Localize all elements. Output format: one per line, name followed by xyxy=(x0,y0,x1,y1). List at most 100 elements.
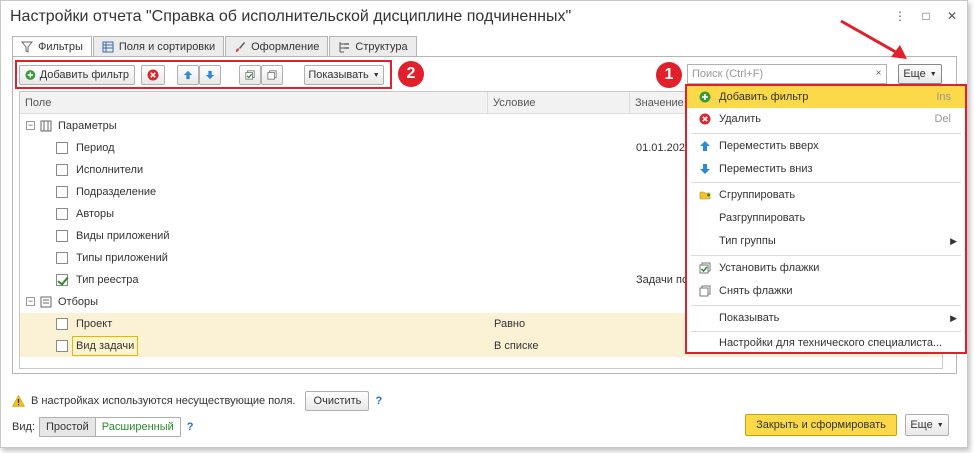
report-settings-window: Настройки отчета "Справка об исполнитель… xyxy=(0,0,968,448)
view-mode-row: Вид: Простой Расширенный ? xyxy=(12,417,194,437)
warning-text: В настройках используются несуществующие… xyxy=(31,395,296,407)
menu-item-label: Переместить вниз xyxy=(719,163,813,175)
menu-separator xyxy=(691,182,961,183)
settings-tabs: Фильтры Поля и сортировки Оформление Стр… xyxy=(12,36,418,57)
menu-item-shortcut: Ins xyxy=(936,91,951,103)
row-condition: В списке xyxy=(494,340,539,352)
menu-item-delete[interactable]: Удалить Del xyxy=(687,108,965,130)
menu-item-show[interactable]: Показывать ▶ xyxy=(687,307,965,329)
row-field: Исполнители xyxy=(76,164,144,176)
tab-structure[interactable]: Структура xyxy=(329,36,417,56)
tab-label: Структура xyxy=(355,40,408,53)
menu-item-label: Сгруппировать xyxy=(719,189,796,201)
parameters-icon xyxy=(40,120,52,132)
row-checkbox[interactable] xyxy=(56,186,68,198)
column-header-condition[interactable]: Условие xyxy=(488,92,630,114)
brush-icon xyxy=(236,41,246,52)
chevron-right-icon: ▶ xyxy=(950,313,957,323)
view-extended-button[interactable]: Расширенный xyxy=(95,417,181,437)
structure-icon xyxy=(339,41,350,52)
row-field: Тип реестра xyxy=(76,274,139,286)
menu-item-label: Добавить фильтр xyxy=(719,91,809,103)
search-input[interactable]: Поиск (Ctrl+F) xyxy=(687,64,887,84)
uncheck-all-icon xyxy=(699,285,711,297)
selections-icon xyxy=(40,296,52,308)
arrow-down-icon xyxy=(700,164,710,174)
close-and-build-button[interactable]: Закрыть и сформировать xyxy=(745,414,897,436)
row-checkbox[interactable] xyxy=(56,340,68,352)
menu-item-shortcut: Del xyxy=(934,113,951,125)
view-simple-button[interactable]: Простой xyxy=(38,417,96,437)
tab-appearance[interactable]: Оформление xyxy=(225,36,329,56)
row-checkbox[interactable] xyxy=(56,208,68,220)
menu-item-label: Разгруппировать xyxy=(719,212,806,224)
row-checkbox[interactable] xyxy=(56,164,68,176)
group-icon xyxy=(699,191,711,200)
menu-item-group[interactable]: Сгруппировать xyxy=(687,184,965,206)
delete-icon xyxy=(699,113,711,125)
row-checkbox[interactable] xyxy=(56,230,68,242)
row-field: Типы приложений xyxy=(76,252,168,264)
collapse-toggle-icon[interactable]: − xyxy=(26,297,35,306)
columns-icon xyxy=(102,41,114,52)
menu-item-label: Установить флажки xyxy=(719,262,820,274)
menu-item-group-type[interactable]: Тип группы ▶ xyxy=(687,230,965,252)
more-label: Еще xyxy=(910,419,933,431)
row-value: 01.01.2022 xyxy=(636,142,692,154)
close-and-build-label: Закрыть и сформировать xyxy=(756,419,886,431)
row-field: Вид задачи xyxy=(72,336,139,356)
view-label: Вид: xyxy=(12,421,35,433)
menu-separator xyxy=(691,133,961,134)
tab-label: Поля и сортировки xyxy=(118,40,216,53)
more-button[interactable]: Еще ▼ xyxy=(898,64,942,84)
chevron-right-icon: ▶ xyxy=(950,236,957,246)
row-checkbox[interactable] xyxy=(56,252,68,264)
row-field: Подразделение xyxy=(76,186,157,198)
clear-button[interactable]: Очистить xyxy=(305,391,370,411)
row-field: Проект xyxy=(76,318,113,330)
row-checkbox[interactable] xyxy=(56,142,68,154)
column-header-field[interactable]: Поле xyxy=(20,92,488,114)
help-icon[interactable]: ? xyxy=(375,395,382,407)
menu-item-uncheck-all[interactable]: Снять флажки xyxy=(687,280,965,302)
menu-item-label: Тип группы xyxy=(719,235,776,247)
tab-fields-sorting[interactable]: Поля и сортировки xyxy=(92,36,225,56)
row-checkbox[interactable] xyxy=(56,318,68,330)
chevron-down-icon: ▼ xyxy=(936,421,944,429)
menu-item-tech-settings[interactable]: Настройки для технического специалиста..… xyxy=(687,332,965,354)
more-label: Еще xyxy=(903,68,926,80)
menu-item-label: Снять флажки xyxy=(719,285,793,297)
tab-filters[interactable]: Фильтры xyxy=(12,36,92,57)
close-icon[interactable]: ✕ xyxy=(945,9,959,23)
clear-search-icon[interactable]: × xyxy=(871,65,886,83)
row-value: Задачи по xyxy=(636,274,689,286)
window-title: Настройки отчета "Справка об исполнитель… xyxy=(10,8,572,25)
menu-item-label: Переместить вверх xyxy=(719,140,819,152)
row-checkbox[interactable] xyxy=(56,274,68,286)
row-field: Авторы xyxy=(76,208,114,220)
collapse-toggle-icon[interactable]: − xyxy=(26,121,35,130)
row-field: Отборы xyxy=(58,296,99,308)
menu-item-label: Настройки для технического специалиста..… xyxy=(719,337,943,349)
help-icon[interactable]: ? xyxy=(187,421,194,433)
annotation-box-2 xyxy=(15,60,392,89)
menu-item-move-down[interactable]: Переместить вниз xyxy=(687,158,965,180)
menu-item-move-up[interactable]: Переместить вверх xyxy=(687,135,965,157)
check-all-icon xyxy=(699,262,711,274)
row-field: Виды приложений xyxy=(76,230,170,242)
maximize-icon[interactable]: □ xyxy=(919,9,933,23)
arrow-up-icon xyxy=(700,141,710,151)
annotation-badge-1: 1 xyxy=(656,62,682,88)
menu-item-label: Показывать xyxy=(719,312,780,324)
menu-separator xyxy=(691,255,961,256)
row-field: Параметры xyxy=(58,120,117,132)
menu-item-label: Удалить xyxy=(719,113,761,125)
menu-item-ungroup[interactable]: Разгруппировать xyxy=(687,207,965,229)
warning-bar: В настройках используются несуществующие… xyxy=(12,391,382,411)
menu-item-check-all[interactable]: Установить флажки xyxy=(687,257,965,279)
filter-icon xyxy=(21,41,33,53)
footer-more-button[interactable]: Еще ▼ xyxy=(905,414,949,436)
menu-item-add-filter[interactable]: Добавить фильтр Ins xyxy=(687,86,965,108)
annotation-arrow-icon xyxy=(840,19,907,59)
row-condition: Равно xyxy=(494,318,526,330)
